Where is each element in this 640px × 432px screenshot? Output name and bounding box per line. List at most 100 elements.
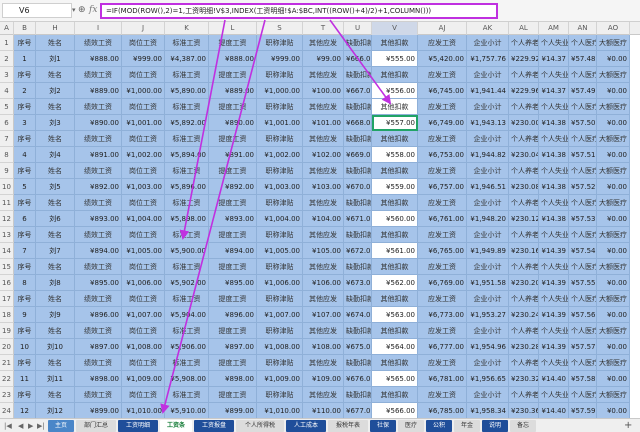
sheet-tab[interactable]: 个人所得税 <box>236 420 284 432</box>
cell-value[interactable]: ¥57.57 <box>569 339 597 355</box>
header-cell[interactable]: 岗位工资 <box>122 323 165 339</box>
row-number[interactable]: 15 <box>0 259 14 275</box>
row-number[interactable]: 19 <box>0 323 14 339</box>
header-cell[interactable]: 职称津贴 <box>257 291 303 307</box>
row-number[interactable]: 21 <box>0 355 14 371</box>
cell-no[interactable]: 10 <box>14 339 36 355</box>
cell-value[interactable]: ¥561.00 <box>372 243 418 259</box>
cell-value[interactable]: ¥893.00 <box>209 211 257 227</box>
header-cell[interactable]: 缺勤扣款 <box>344 323 372 339</box>
header-cell[interactable]: 序号 <box>14 355 36 371</box>
cell-value[interactable]: ¥230.36 <box>509 403 539 418</box>
header-cell[interactable]: 其他应发 <box>303 35 344 51</box>
header-cell[interactable]: 其他应发 <box>303 323 344 339</box>
column-header-h[interactable]: H <box>36 22 75 35</box>
header-cell[interactable]: 个人失业 <box>539 35 569 51</box>
chevron-down-icon[interactable]: ▾ <box>72 3 76 18</box>
cell-value[interactable]: ¥1,944.82 <box>467 147 509 163</box>
cell-value[interactable]: ¥14.37 <box>539 51 569 67</box>
header-cell[interactable]: 绩效工资 <box>75 67 122 83</box>
cell-value[interactable]: ¥1,943.13 <box>467 115 509 131</box>
sheet-tab[interactable]: 工资条 <box>160 420 192 432</box>
header-cell[interactable]: 标准工资 <box>165 387 209 403</box>
prev-sheet-icon[interactable]: ◀ <box>18 420 23 432</box>
cell-value[interactable]: ¥14.38 <box>539 147 569 163</box>
cell-value[interactable]: ¥57.51 <box>569 147 597 163</box>
header-cell[interactable]: 其他扣款 <box>372 195 418 211</box>
header-cell[interactable]: 缺勤扣款 <box>344 291 372 307</box>
header-cell[interactable]: 个人失业 <box>539 163 569 179</box>
sheet-tab[interactable]: 工资报盘 <box>194 420 234 432</box>
cell-value[interactable]: ¥999.00 <box>257 51 303 67</box>
header-cell[interactable]: 标准工资 <box>165 291 209 307</box>
cell-value[interactable]: ¥1,958.34 <box>467 403 509 418</box>
header-cell[interactable]: 岗位工资 <box>122 131 165 147</box>
row-number[interactable]: 13 <box>0 227 14 243</box>
header-cell[interactable]: 姓名 <box>36 35 75 51</box>
header-cell[interactable]: 其他应发 <box>303 67 344 83</box>
header-cell[interactable]: 大额医疗 <box>597 355 630 371</box>
header-cell[interactable]: 姓名 <box>36 387 75 403</box>
cell-value[interactable]: ¥6,745.00 <box>418 83 467 99</box>
cell-value[interactable]: ¥674.00 <box>344 307 372 323</box>
cell-value[interactable]: ¥6,749.00 <box>418 115 467 131</box>
cell-value[interactable]: ¥1,954.96 <box>467 339 509 355</box>
cell-value[interactable]: ¥14.37 <box>539 83 569 99</box>
header-cell[interactable]: 姓名 <box>36 355 75 371</box>
header-cell[interactable]: 个人失业 <box>539 67 569 83</box>
header-cell[interactable]: 个人养老 <box>509 195 539 211</box>
header-cell[interactable]: 大额医疗 <box>597 195 630 211</box>
header-cell[interactable]: 应发工资 <box>418 355 467 371</box>
column-header-al[interactable]: AL <box>509 22 539 35</box>
sheet-tab[interactable]: 社保 <box>370 420 396 432</box>
header-cell[interactable]: 标准工资 <box>165 131 209 147</box>
header-cell[interactable]: 绩效工资 <box>75 131 122 147</box>
sheet-tab[interactable]: 医疗 <box>398 420 424 432</box>
header-cell[interactable]: 应发工资 <box>418 291 467 307</box>
row-number[interactable]: 5 <box>0 99 14 115</box>
cell-name[interactable]: 刘6 <box>36 211 75 227</box>
header-cell[interactable]: 个人失业 <box>539 227 569 243</box>
header-cell[interactable]: 职称津贴 <box>257 259 303 275</box>
row-number[interactable]: 17 <box>0 291 14 307</box>
header-cell[interactable]: 缺勤扣款 <box>344 259 372 275</box>
header-cell[interactable]: 绩效工资 <box>75 323 122 339</box>
cell-value[interactable]: ¥0.00 <box>597 371 630 387</box>
header-cell[interactable]: 个人医疗 <box>569 227 597 243</box>
column-header-ao[interactable]: AO <box>597 22 630 35</box>
cell-value[interactable]: ¥5,894.00 <box>165 147 209 163</box>
header-cell[interactable]: 缺勤扣款 <box>344 67 372 83</box>
cell-value[interactable]: ¥6,781.00 <box>418 371 467 387</box>
add-sheet-button[interactable]: + <box>624 419 632 432</box>
header-cell[interactable]: 应发工资 <box>418 227 467 243</box>
header-cell[interactable]: 标准工资 <box>165 67 209 83</box>
header-cell[interactable]: 其他应发 <box>303 291 344 307</box>
cell-value[interactable]: ¥14.39 <box>539 275 569 291</box>
cell-value[interactable]: ¥0.00 <box>597 51 630 67</box>
cell-value[interactable]: ¥5,906.00 <box>165 339 209 355</box>
cell-value[interactable]: ¥14.38 <box>539 115 569 131</box>
cell-value[interactable]: ¥889.00 <box>75 83 122 99</box>
cell-value[interactable]: ¥888.00 <box>75 51 122 67</box>
header-cell[interactable]: 提度工资 <box>209 227 257 243</box>
header-cell[interactable]: 企业小计 <box>467 163 509 179</box>
header-cell[interactable]: 姓名 <box>36 131 75 147</box>
header-cell[interactable]: 序号 <box>14 99 36 115</box>
sheet-tab[interactable]: 备忘 <box>510 420 536 432</box>
sheet-tab[interactable]: 说明 <box>482 420 508 432</box>
header-cell[interactable]: 个人失业 <box>539 195 569 211</box>
cell-value[interactable]: ¥5,910.00 <box>165 403 209 418</box>
cell-no[interactable]: 7 <box>14 243 36 259</box>
header-cell[interactable]: 大额医疗 <box>597 323 630 339</box>
header-cell[interactable]: 个人失业 <box>539 259 569 275</box>
cell-value[interactable]: ¥14.39 <box>539 339 569 355</box>
cell-value[interactable]: ¥14.40 <box>539 403 569 418</box>
cell-value[interactable]: ¥676.00 <box>344 371 372 387</box>
cell-value[interactable]: ¥230.28 <box>509 339 539 355</box>
cell-value[interactable]: ¥894.00 <box>209 243 257 259</box>
cell-value[interactable]: ¥895.00 <box>209 275 257 291</box>
cell-value[interactable]: ¥103.00 <box>303 179 344 195</box>
header-cell[interactable]: 职称津贴 <box>257 387 303 403</box>
cell-value[interactable]: ¥57.48 <box>569 51 597 67</box>
cell-value[interactable]: ¥6,765.00 <box>418 243 467 259</box>
